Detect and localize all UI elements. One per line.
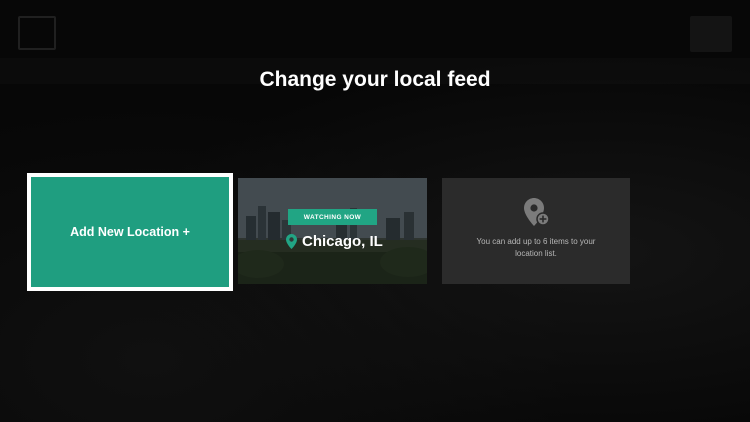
add-new-location-label: Add New Location + — [70, 225, 190, 239]
current-city-row: Chicago, IL — [286, 233, 383, 250]
current-city-name: Chicago, IL — [302, 233, 383, 250]
dialog-title: Change your local feed — [259, 68, 491, 91]
background-menu-button — [690, 16, 732, 52]
watching-now-badge: WATCHING NOW — [288, 209, 377, 225]
add-new-location-button[interactable]: Add New Location + — [27, 173, 233, 291]
background-logo — [18, 16, 56, 50]
city-image-overlay — [238, 178, 427, 284]
current-location-card[interactable]: WATCHING NOW Chicago, IL — [238, 178, 427, 284]
map-pin-icon — [286, 234, 297, 249]
location-limit-info-card: You can add up to 6 items to your locati… — [442, 178, 630, 284]
map-pin-plus-icon — [524, 198, 550, 226]
location-limit-text: You can add up to 6 items to your locati… — [476, 237, 596, 258]
background-header — [18, 14, 56, 52]
